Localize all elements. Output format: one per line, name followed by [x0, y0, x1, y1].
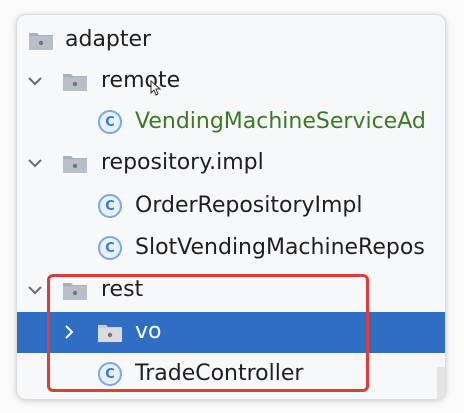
tree-item-repository-impl[interactable]: repository.impl — [17, 143, 445, 184]
package-folder-icon — [62, 153, 88, 175]
chevron-down-icon[interactable] — [25, 280, 45, 300]
tree-item-label: TradeController — [135, 361, 304, 386]
vertical-scrollbar[interactable] — [437, 367, 445, 399]
tree-item-label: OrderRepositoryImpl — [135, 193, 363, 218]
tree-item-label: vo — [135, 319, 162, 344]
tree-item-tradecontroller[interactable]: C TradeController — [17, 354, 445, 395]
tree-item-remote[interactable]: remote — [17, 61, 445, 102]
tree-item-label: SlotVendingMachineRepos — [135, 235, 425, 260]
screenshot-frame: adapter remote C VendingMachineServiceAd — [0, 0, 464, 413]
class-icon: C — [98, 194, 122, 218]
tree-item-rest[interactable]: rest — [17, 270, 445, 311]
tree-item-slotvendingmachinerepos[interactable]: C SlotVendingMachineRepos — [17, 228, 445, 269]
tree-item-adapter[interactable]: adapter — [17, 20, 445, 61]
chevron-down-icon[interactable] — [25, 71, 45, 91]
tree-item-label: rest — [101, 277, 144, 302]
chevron-down-icon[interactable] — [25, 153, 45, 173]
package-folder-icon — [62, 280, 88, 302]
tree-item-vendingmachineservicead[interactable]: C VendingMachineServiceAd — [17, 102, 445, 143]
tree-item-label: remote — [101, 68, 181, 93]
class-icon: C — [98, 236, 122, 260]
tree-item-vo[interactable]: vo — [17, 312, 445, 353]
mouse-cursor-icon — [150, 80, 162, 96]
class-icon: C — [98, 110, 122, 134]
class-icon: C — [98, 362, 122, 386]
project-tree-panel: adapter remote C VendingMachineServiceAd — [16, 14, 446, 400]
package-folder-icon — [28, 30, 54, 52]
package-folder-icon — [62, 71, 88, 93]
tree-item-label: repository.impl — [101, 150, 264, 175]
tree-item-label: adapter — [65, 27, 152, 52]
chevron-right-icon[interactable] — [59, 322, 79, 342]
tree-item-orderrepositoryimpl[interactable]: C OrderRepositoryImpl — [17, 186, 445, 227]
tree-item-label: VendingMachineServiceAd — [135, 109, 426, 134]
package-folder-icon — [97, 322, 123, 344]
